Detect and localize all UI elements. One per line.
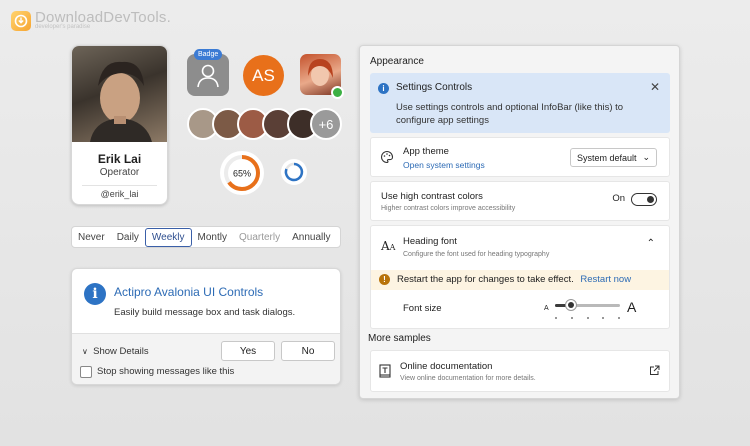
- high-contrast-label: Use high contrast colors: [381, 191, 483, 202]
- frequency-option[interactable]: Never: [72, 227, 111, 247]
- message-title: Actipro Avalonia UI Controls: [114, 285, 264, 299]
- docs-label: Online documentation: [400, 361, 493, 372]
- message-box: i Actipro Avalonia UI Controls Easily bu…: [71, 268, 341, 385]
- close-icon[interactable]: ✕: [650, 80, 660, 94]
- online-status-indicator: [331, 86, 344, 99]
- palette-icon: [381, 150, 394, 164]
- watermark-logo: [11, 11, 31, 31]
- group-more-count[interactable]: +6: [310, 108, 342, 140]
- info-icon: i: [378, 83, 389, 94]
- progress-ring: 65%: [219, 150, 265, 196]
- show-details-label: Show Details: [93, 346, 149, 357]
- infobar-title: Settings Controls: [396, 82, 473, 93]
- chevron-down-icon: ⌄: [642, 152, 650, 162]
- theme-value: System default: [577, 152, 637, 163]
- external-link-icon: [650, 365, 660, 375]
- frequency-option[interactable]: Annually: [286, 227, 336, 247]
- badge-avatar[interactable]: [187, 54, 229, 96]
- show-details-toggle[interactable]: ∨ Show Details: [82, 346, 149, 357]
- watermark-subtitle: developer's paradise: [35, 24, 91, 30]
- dont-show-checkbox[interactable]: [80, 366, 92, 378]
- setting-font-size: Font size A A: [370, 290, 670, 329]
- warning-message: Restart the app for changes to take effe…: [397, 274, 574, 285]
- warning-text: Restart the app for changes to take effe…: [397, 274, 631, 285]
- no-button[interactable]: No: [281, 341, 335, 361]
- frequency-option[interactable]: Montly: [192, 227, 233, 247]
- heading-font-label: Heading font: [403, 236, 457, 247]
- slider-ticks: [555, 317, 620, 320]
- open-system-settings-link[interactable]: Open system settings: [403, 160, 485, 170]
- app-theme-label: App theme: [403, 146, 449, 157]
- profile-name: Erik Lai: [97, 152, 142, 166]
- info-bar: i Settings Controls Use settings control…: [370, 73, 670, 133]
- profile-photo: [72, 46, 167, 142]
- dont-show-label: Stop showing messages like this: [97, 366, 235, 377]
- restart-warning-bar: ! Restart the app for changes to take ef…: [370, 270, 670, 290]
- font-size-label: Font size: [403, 303, 442, 314]
- yes-button[interactable]: Yes: [221, 341, 275, 361]
- setting-heading-font[interactable]: AA Heading font Configure the font used …: [370, 225, 670, 270]
- warning-icon: !: [379, 274, 390, 285]
- toggle-state: On: [612, 193, 625, 204]
- settings-panel: Appearance i Settings Controls Use setti…: [359, 45, 680, 399]
- setting-high-contrast: Use high contrast colors Higher contrast…: [370, 181, 670, 221]
- frequency-option[interactable]: Quarterly: [233, 227, 286, 247]
- section-more-samples: More samples: [368, 333, 431, 344]
- high-contrast-toggle[interactable]: [631, 193, 657, 206]
- font-size-large-icon: A: [627, 299, 637, 315]
- profile-role: Operator: [99, 167, 140, 178]
- setting-app-theme: App theme Open system settings System de…: [370, 137, 670, 177]
- document-icon: [379, 364, 391, 378]
- heading-font-desc: Configure the font used for heading typo…: [403, 251, 550, 258]
- font-size-small-icon: A: [544, 305, 549, 312]
- high-contrast-desc: Higher contrast colors improve accessibi…: [381, 205, 516, 212]
- chevron-up-icon[interactable]: ⌃: [647, 238, 655, 249]
- initials-avatar[interactable]: AS: [243, 55, 284, 96]
- download-icon: [14, 14, 28, 28]
- slider-thumb[interactable]: [565, 299, 578, 311]
- frequency-selector[interactable]: Never Daily Weekly Montly Quarterly Annually: [71, 226, 341, 248]
- frequency-option[interactable]: Weekly: [144, 227, 192, 247]
- frequency-option[interactable]: Daily: [111, 227, 145, 247]
- info-icon: i: [84, 283, 106, 305]
- badge-label: Badge: [194, 49, 223, 60]
- progress-label: 65%: [233, 169, 251, 179]
- restart-now-link[interactable]: Restart now: [580, 274, 631, 285]
- avatar-group[interactable]: +6: [187, 108, 342, 140]
- profile-card[interactable]: Erik Lai Operator @erik_lai: [71, 45, 168, 205]
- docs-desc: View online documentation for more detai…: [400, 375, 536, 382]
- section-appearance: Appearance: [370, 56, 424, 67]
- theme-dropdown[interactable]: System default ⌄: [570, 148, 657, 167]
- online-documentation-link[interactable]: Online documentation View online documen…: [370, 350, 670, 392]
- profile-handle: @erik_lai: [100, 189, 139, 199]
- divider: [82, 185, 157, 186]
- message-text: Easily build message box and task dialog…: [114, 307, 296, 318]
- font-icon: AA: [381, 239, 396, 253]
- chevron-down-icon: ∨: [82, 347, 88, 356]
- user-icon: [197, 64, 219, 88]
- loading-spinner: [280, 158, 308, 186]
- infobar-message: Use settings controls and optional InfoB…: [396, 102, 624, 126]
